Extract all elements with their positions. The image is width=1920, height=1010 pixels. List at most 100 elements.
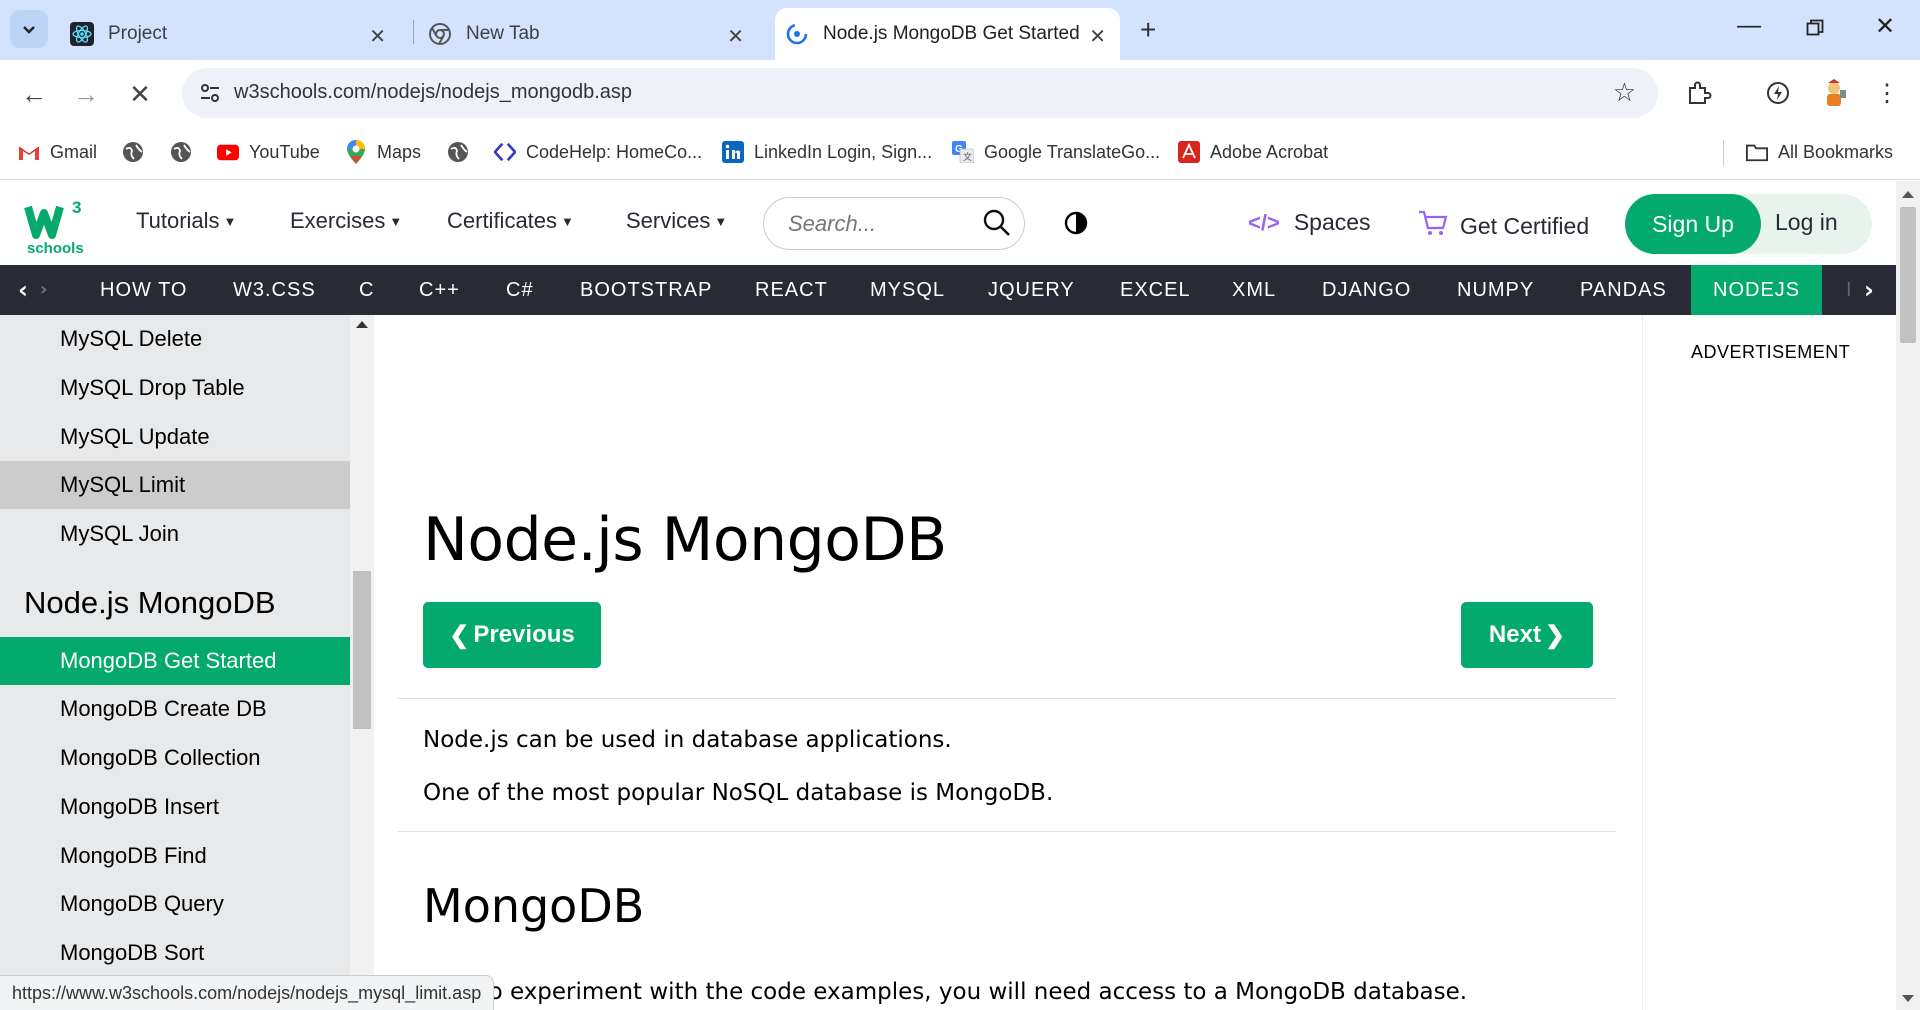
topic-bootstrap[interactable]: BOOTSTRAP bbox=[580, 265, 712, 315]
browser-window: Project ✕ New Tab ✕ Node.js MongoDB Get … bbox=[0, 0, 1920, 1010]
advertisement-column: ADVERTISEMENT bbox=[1642, 315, 1896, 1010]
divider bbox=[398, 831, 1616, 832]
forward-arrow-icon[interactable]: → bbox=[66, 74, 106, 114]
topic-mysql[interactable]: MYSQL bbox=[870, 265, 945, 315]
bookmark-linkedin[interactable]: LinkedIn Login, Sign... bbox=[722, 138, 932, 166]
advertisement-label: ADVERTISEMENT bbox=[1691, 342, 1851, 362]
more-menu-icon[interactable]: ⋮ bbox=[1870, 76, 1904, 110]
extensions-icon[interactable] bbox=[1682, 76, 1716, 110]
new-tab-icon[interactable]: + bbox=[1140, 14, 1156, 46]
topic-nodejs[interactable]: NODEJS bbox=[1691, 265, 1823, 315]
address-bar[interactable]: w3schools.com/nodejs/nodejs_mongodb.asp … bbox=[182, 68, 1658, 118]
minimize-icon[interactable]: — bbox=[1737, 12, 1761, 40]
bookmark-adobe-acrobat[interactable]: Adobe Acrobat bbox=[1178, 138, 1328, 166]
all-bookmarks[interactable]: All Bookmarks bbox=[1746, 138, 1893, 166]
w3schools-loading-icon bbox=[785, 22, 809, 46]
linkedin-icon bbox=[722, 141, 744, 163]
close-icon[interactable]: ✕ bbox=[727, 24, 744, 49]
nav-label: Tutorials bbox=[136, 208, 220, 233]
sidebar-item-mongodb-sort[interactable]: MongoDB Sort bbox=[0, 929, 350, 977]
sidebar-item-mongodb-query[interactable]: MongoDB Query bbox=[0, 880, 350, 928]
bookmark-maps[interactable]: Maps bbox=[345, 138, 421, 166]
site-settings-icon[interactable] bbox=[198, 81, 222, 109]
topic-numpy[interactable]: NUMPY bbox=[1457, 265, 1534, 315]
performance-icon[interactable] bbox=[1761, 76, 1795, 110]
scroll-up-icon[interactable] bbox=[1902, 191, 1914, 198]
bookmark-globe-2[interactable] bbox=[170, 138, 202, 166]
star-icon[interactable]: ☆ bbox=[1613, 78, 1636, 108]
restore-icon[interactable] bbox=[1806, 16, 1824, 44]
chevron-right-icon[interactable]: › bbox=[1864, 265, 1874, 315]
spaces-label: Spaces bbox=[1293, 209, 1371, 235]
topic-react[interactable]: REACT bbox=[755, 265, 828, 315]
stop-loading-icon[interactable]: ✕ bbox=[120, 74, 160, 114]
bookmark-gmail[interactable]: Gmail bbox=[18, 138, 97, 166]
topic-partial: I bbox=[1846, 279, 1853, 301]
sidebar-scroll-thumb[interactable] bbox=[353, 571, 371, 729]
topic-csharp[interactable]: C# bbox=[506, 265, 534, 315]
sidebar-item-mongodb-find[interactable]: MongoDB Find bbox=[0, 832, 350, 880]
get-certified-link[interactable]: Get Certified bbox=[1418, 209, 1589, 243]
sidebar-scrollbar[interactable] bbox=[350, 315, 374, 1010]
chevron-left-icon: ❮ bbox=[449, 621, 470, 649]
close-icon[interactable]: ✕ bbox=[1089, 24, 1106, 49]
site-search-input[interactable]: Search... bbox=[763, 197, 1025, 250]
sidebar-item-mysql-update[interactable]: MySQL Update bbox=[0, 413, 350, 461]
bookmark-globe-1[interactable] bbox=[122, 138, 154, 166]
topic-django[interactable]: DJANGO bbox=[1322, 265, 1411, 315]
sidebar-item-mongodb-get-started[interactable]: MongoDB Get Started bbox=[0, 637, 350, 685]
search-icon[interactable] bbox=[982, 208, 1012, 242]
cart-icon bbox=[1418, 209, 1448, 243]
back-arrow-icon[interactable]: ← bbox=[14, 74, 54, 114]
sidebar-item-mysql-delete[interactable]: MySQL Delete bbox=[0, 315, 350, 363]
sidebar-item-mongodb-insert[interactable]: MongoDB Insert bbox=[0, 783, 350, 831]
topic-jquery[interactable]: JQUERY bbox=[988, 265, 1075, 315]
tab-active[interactable]: Node.js MongoDB Get Started ✕ bbox=[775, 8, 1120, 60]
bookmark-globe-3[interactable] bbox=[447, 138, 479, 166]
bookmark-google-translate[interactable]: G文 Google TranslateGo... bbox=[952, 138, 1160, 166]
close-icon[interactable]: ✕ bbox=[369, 24, 386, 49]
tab-search-button[interactable] bbox=[10, 10, 48, 48]
w3schools-logo[interactable]: 3 schools bbox=[24, 195, 94, 257]
globe-icon bbox=[447, 141, 469, 163]
tab-project[interactable]: Project ✕ bbox=[70, 8, 400, 60]
scroll-up-icon[interactable] bbox=[356, 321, 368, 328]
next-label: Next bbox=[1488, 621, 1541, 648]
bookmark-label: Gmail bbox=[50, 141, 98, 162]
tab-new-tab[interactable]: New Tab ✕ bbox=[428, 8, 758, 60]
previous-button[interactable]: ❮ Previous bbox=[423, 602, 601, 668]
sidebar-item-mongodb-collection[interactable]: MongoDB Collection bbox=[0, 734, 350, 782]
sidebar-item-mysql-limit[interactable]: MySQL Limit bbox=[0, 461, 350, 509]
topic-c[interactable]: C bbox=[359, 265, 374, 315]
nav-certificates[interactable]: Certificates ▼ bbox=[447, 208, 574, 234]
scroll-down-icon[interactable] bbox=[1902, 995, 1914, 1002]
main-content: Node.js MongoDB ❮ Previous Next ❯ Node.js … bbox=[374, 315, 1642, 1010]
svg-text:文: 文 bbox=[963, 151, 972, 162]
bookmark-youtube[interactable]: YouTube bbox=[217, 138, 320, 166]
close-window-icon[interactable]: ✕ bbox=[1875, 12, 1895, 41]
next-button[interactable]: Next ❯ bbox=[1461, 602, 1593, 668]
nav-exercises[interactable]: Exercises ▼ bbox=[290, 208, 402, 234]
topic-pandas[interactable]: PANDAS bbox=[1580, 265, 1667, 315]
sidebar-item-mongodb-create-db[interactable]: MongoDB Create DB bbox=[0, 685, 350, 733]
page-scrollbar[interactable] bbox=[1896, 181, 1920, 1010]
topic-w3css[interactable]: W3.CSS bbox=[233, 265, 316, 315]
page-scroll-thumb[interactable] bbox=[1900, 207, 1916, 343]
sign-up-button[interactable]: Sign Up bbox=[1625, 194, 1761, 254]
spaces-link[interactable]: </> Spaces bbox=[1248, 209, 1371, 236]
topic-cpp[interactable]: C++ bbox=[419, 265, 460, 315]
topic-xml[interactable]: XML bbox=[1232, 265, 1276, 315]
dark-mode-toggle-icon[interactable] bbox=[1064, 211, 1088, 239]
get-certified-label: Get Certified bbox=[1460, 212, 1590, 239]
bookmark-codehelp[interactable]: CodeHelp: HomeCo... bbox=[494, 138, 702, 166]
topic-howto[interactable]: HOW TO bbox=[100, 265, 187, 315]
topic-excel[interactable]: EXCEL bbox=[1120, 265, 1191, 315]
nav-services[interactable]: Services ▼ bbox=[626, 208, 727, 234]
profile-avatar[interactable] bbox=[1817, 76, 1851, 110]
nav-tutorials[interactable]: Tutorials ▼ bbox=[136, 208, 236, 234]
chevron-left-icon[interactable]: ‹ bbox=[18, 265, 28, 315]
log-in-button[interactable]: Log in bbox=[1775, 209, 1838, 236]
sidebar-item-mysql-drop-table[interactable]: MySQL Drop Table bbox=[0, 364, 350, 412]
sidebar-item-mysql-join[interactable]: MySQL Join bbox=[0, 510, 350, 558]
google-translate-icon: G文 bbox=[952, 141, 974, 163]
